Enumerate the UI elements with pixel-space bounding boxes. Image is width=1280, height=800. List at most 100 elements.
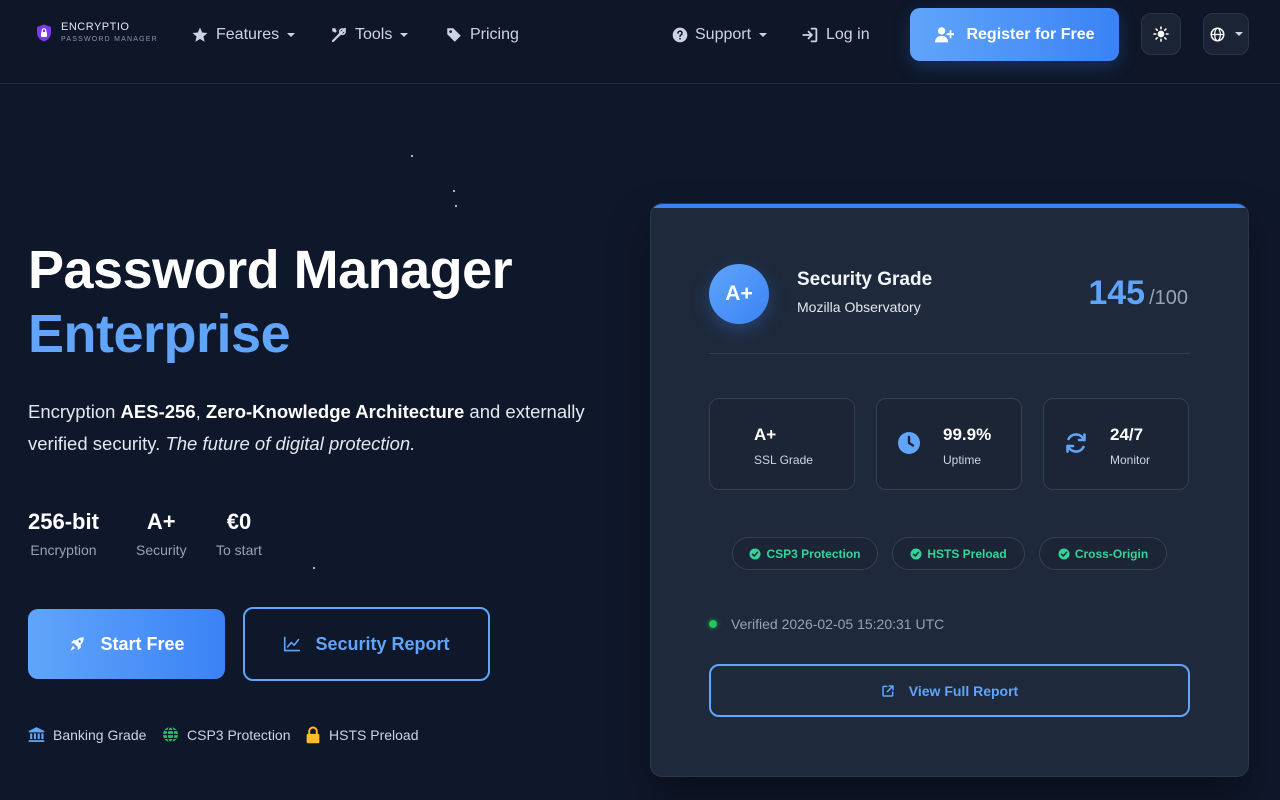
nav-pricing[interactable]: Pricing [445, 25, 519, 45]
hero-description: Encryption AES-256, Zero-Knowledge Archi… [28, 396, 588, 460]
stat-label: To start [216, 542, 262, 558]
nav-tools-label: Tools [355, 26, 393, 43]
grade-badge: A+ [709, 264, 769, 324]
nav-features[interactable]: Features [191, 25, 296, 45]
chevron-down-icon [759, 33, 768, 37]
badge-label: CSP3 Protection [766, 546, 861, 561]
badge-cross-origin: Cross-Origin [1039, 537, 1167, 570]
tools-icon [331, 27, 347, 43]
globe-icon [163, 726, 178, 743]
hero-desc-zero-knowledge: Zero-Knowledge Architecture [205, 401, 465, 422]
clock-icon [898, 432, 920, 454]
metric-label: Uptime [943, 453, 982, 467]
score-max: /100 [1149, 287, 1188, 309]
badge-csp3-protection: CSP3 Protection [732, 537, 878, 570]
trust-badge-banking: Banking Grade [28, 726, 146, 743]
chart-line-icon [284, 636, 301, 652]
brand-tagline: PASSWORD MANAGER [61, 36, 158, 43]
stat-value: €0 [226, 509, 252, 534]
check-circle-icon [910, 548, 922, 559]
sync-icon [1066, 433, 1086, 453]
metric-monitor: 24/7 Monitor [1043, 398, 1189, 490]
globe-icon [1210, 27, 1224, 41]
nav-login[interactable]: Log in [801, 25, 870, 45]
start-free-button[interactable]: Start Free [28, 609, 225, 679]
metric-label: Monitor [1110, 453, 1151, 467]
nav-login-label: Log in [826, 26, 870, 43]
register-button[interactable]: Register for Free [910, 8, 1119, 61]
bank-icon [28, 727, 45, 742]
verified-text: Verified 2026-02-05 15:20:31 UTC [731, 616, 945, 632]
trust-badge-hsts: HSTS Preload [305, 726, 418, 744]
register-button-label: Register for Free [966, 25, 1095, 43]
stat-value: A+ [146, 509, 176, 534]
metric-value: 99.9% [943, 425, 992, 444]
hero-desc-sep: , [195, 401, 206, 422]
nav-pricing-label: Pricing [470, 26, 519, 43]
decor-speck [453, 190, 455, 192]
metric-value: A+ [754, 425, 777, 444]
nav-tools[interactable]: Tools [330, 25, 409, 45]
metric-ssl-grade: A+ SSL Grade [709, 398, 855, 490]
stat-security: A+ Security [136, 508, 187, 558]
stat-label: Encryption [30, 542, 97, 558]
view-full-report-button[interactable]: View Full Report [709, 664, 1190, 717]
chevron-down-icon [287, 33, 296, 37]
security-report-button[interactable]: Security Report [243, 607, 490, 681]
badge-hsts-preload: HSTS Preload [892, 537, 1025, 570]
card-accent-bar [651, 204, 1248, 208]
badge-label: HSTS Preload [927, 546, 1007, 561]
hero-title-line1: Password Manager [28, 240, 513, 300]
metric-uptime: 99.9% Uptime [876, 398, 1022, 490]
user-plus-icon [935, 26, 955, 42]
tag-icon [447, 28, 461, 42]
security-report-button-label: Security Report [315, 633, 450, 654]
trust-badge-label: HSTS Preload [329, 727, 419, 743]
language-selector[interactable] [1203, 13, 1249, 55]
stat-value: 256-bit [28, 509, 99, 534]
trust-badge-csp3: CSP3 Protection [162, 726, 291, 743]
badge-label: Cross-Origin [1074, 546, 1149, 561]
metric-value: 24/7 [1110, 425, 1144, 444]
brand-name: ENCRYPTIO [61, 21, 130, 33]
shield-lock-icon [37, 24, 51, 41]
hero-desc-prefix: Encryption [28, 401, 121, 422]
navbar: ENCRYPTIO PASSWORD MANAGER Features Tool… [0, 0, 1280, 84]
check-circle-icon [749, 548, 761, 559]
trust-badge-label: Banking Grade [53, 726, 147, 743]
hero-title-line2: Enterprise [28, 304, 291, 364]
chevron-down-icon [1234, 32, 1243, 36]
stat-price: €0 To start [216, 508, 262, 558]
status-dot-icon [709, 620, 717, 628]
chevron-down-icon [400, 33, 409, 37]
lock-icon [306, 726, 320, 744]
nav-support[interactable]: Support [672, 25, 768, 45]
external-link-icon [882, 684, 894, 697]
verified-timestamp: Verified 2026-02-05 15:20:31 UTC [709, 616, 944, 632]
hero-desc-tagline: The future of digital protection. [165, 433, 416, 454]
decor-speck [313, 567, 315, 569]
brand-logo-link[interactable]: ENCRYPTIO PASSWORD MANAGER [36, 22, 158, 43]
decor-speck [455, 205, 457, 207]
decor-speck [411, 155, 413, 157]
hero-desc-aes: AES-256 [120, 401, 196, 422]
card-divider [709, 353, 1190, 354]
rocket-icon [70, 637, 85, 651]
metric-label: SSL Grade [754, 453, 813, 467]
grade-source: Mozilla Observatory [797, 299, 921, 315]
view-full-report-label: View Full Report [908, 682, 1019, 699]
theme-toggle-button[interactable] [1141, 13, 1181, 55]
stat-label: Security [136, 542, 187, 558]
trust-badge-label: CSP3 Protection [187, 726, 291, 743]
stat-encryption: 256-bit Encryption [28, 508, 99, 558]
nav-support-label: Support [695, 26, 752, 43]
start-free-button-label: Start Free [100, 633, 185, 654]
nav-features-label: Features [216, 26, 280, 43]
check-circle-icon [1058, 548, 1070, 559]
sign-in-icon [802, 27, 818, 43]
hero-title: Password Manager Enterprise [28, 238, 513, 366]
score-value: 145 [1088, 274, 1146, 312]
security-grade-card: A+ Security Grade Mozilla Observatory 14… [650, 203, 1249, 777]
star-icon [192, 27, 208, 42]
sun-icon [1153, 26, 1169, 42]
